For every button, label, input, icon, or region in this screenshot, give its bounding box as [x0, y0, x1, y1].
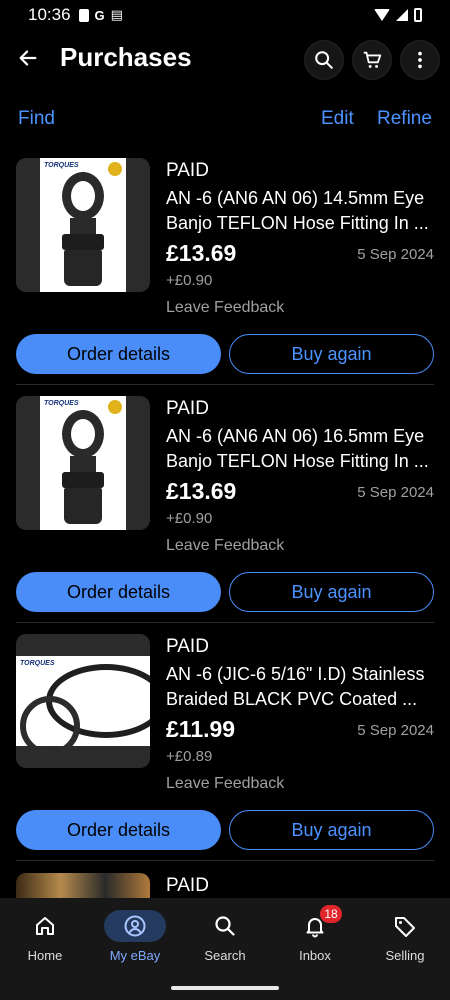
item-title[interactable]: AN -6 (AN6 AN 06) 16.5mm Eye Banjo TEFLO… — [166, 424, 436, 474]
tag-icon — [395, 917, 415, 937]
nav-search[interactable]: Search — [180, 910, 270, 970]
order-status: PAID — [166, 160, 209, 181]
buy-again-button[interactable]: Buy again — [229, 810, 434, 850]
purchase-item[interactable]: TORQUES PAID AN -6 (AN6 AN 06) 16.5mm Ey… — [0, 396, 450, 634]
item-price: £13.69 — [166, 478, 237, 504]
order-details-button[interactable]: Order details — [16, 810, 221, 850]
purchase-date: 5 Sep 2024 — [357, 722, 434, 739]
item-thumbnail[interactable]: TORQUES — [16, 634, 150, 768]
wifi-icon — [374, 9, 390, 21]
cart-icon — [363, 51, 382, 68]
page-title: Purchases — [60, 42, 192, 72]
status-bar: 10:36 G ▤ — [0, 0, 450, 30]
back-button[interactable] — [14, 44, 42, 72]
divider — [16, 860, 434, 861]
leave-feedback-link[interactable]: Leave Feedback — [166, 775, 284, 793]
divider — [16, 384, 434, 385]
cart-button[interactable] — [352, 40, 392, 80]
order-details-button[interactable]: Order details — [16, 334, 221, 374]
banjo-fitting-image — [62, 172, 104, 220]
order-status: PAID — [166, 875, 209, 896]
purchase-actions: Find Edit Refine — [0, 108, 450, 132]
search-button[interactable] — [304, 40, 344, 80]
search-icon — [215, 916, 235, 936]
more-options-button[interactable] — [400, 40, 440, 80]
purchase-date: 5 Sep 2024 — [357, 484, 434, 501]
item-price: £11.99 — [166, 716, 236, 742]
item-price: £13.69 — [166, 240, 237, 266]
torques-logo: TORQUES — [44, 162, 79, 169]
nav-my-ebay[interactable]: My eBay — [90, 910, 180, 970]
quality-badge-icon — [108, 400, 122, 414]
home-icon — [36, 917, 54, 935]
leave-feedback-link[interactable]: Leave Feedback — [166, 537, 284, 555]
order-status: PAID — [166, 636, 209, 657]
banjo-fitting-image — [62, 410, 104, 458]
refine-link[interactable]: Refine — [377, 108, 432, 130]
signal-icon — [396, 9, 408, 21]
news-icon: ▤ — [110, 7, 123, 22]
torques-logo: TORQUES — [44, 400, 79, 407]
torques-logo: TORQUES — [20, 660, 55, 667]
item-thumbnail[interactable]: TORQUES — [16, 396, 150, 530]
buy-again-button[interactable]: Buy again — [229, 334, 434, 374]
item-title[interactable]: AN -6 (AN6 AN 06) 14.5mm Eye Banjo TEFLO… — [166, 186, 436, 236]
purchase-item[interactable]: TORQUES PAID AN -6 (AN6 AN 06) 14.5mm Ey… — [0, 158, 450, 396]
gesture-bar[interactable] — [171, 986, 279, 990]
postage-cost: +£0.90 — [166, 510, 213, 527]
google-icon: G — [94, 7, 105, 23]
order-details-button[interactable]: Order details — [16, 572, 221, 612]
battery-saver-icon — [78, 8, 89, 22]
battery-icon — [414, 8, 422, 22]
account-icon — [124, 915, 146, 937]
purchase-item[interactable]: TORQUES PAID AN -6 (JIC-6 5/16" I.D) Sta… — [0, 634, 450, 872]
find-link[interactable]: Find — [18, 108, 55, 130]
leave-feedback-link[interactable]: Leave Feedback — [166, 299, 284, 317]
purchase-date: 5 Sep 2024 — [357, 246, 434, 263]
edit-link[interactable]: Edit — [321, 108, 354, 130]
postage-cost: +£0.90 — [166, 272, 213, 289]
postage-cost: +£0.89 — [166, 748, 213, 765]
search-icon — [315, 51, 333, 69]
bottom-navigation: Home My eBay Search 18 Inbox Selling — [0, 898, 450, 1000]
nav-selling[interactable]: Selling — [360, 910, 450, 970]
nav-home[interactable]: Home — [0, 910, 90, 970]
nav-inbox[interactable]: 18 Inbox — [270, 905, 360, 970]
item-thumbnail[interactable]: TORQUES — [16, 158, 150, 292]
item-title[interactable]: AN -6 (JIC-6 5/16" I.D) Stainless Braide… — [166, 662, 436, 712]
status-time: 10:36 — [28, 5, 71, 24]
buy-again-button[interactable]: Buy again — [229, 572, 434, 612]
inbox-badge: 18 — [320, 905, 342, 923]
divider — [16, 622, 434, 623]
arrow-left-icon — [19, 50, 37, 66]
more-vertical-icon — [418, 51, 422, 69]
quality-badge-icon — [108, 162, 122, 176]
order-status: PAID — [166, 398, 209, 419]
app-bar: Purchases — [0, 36, 450, 84]
